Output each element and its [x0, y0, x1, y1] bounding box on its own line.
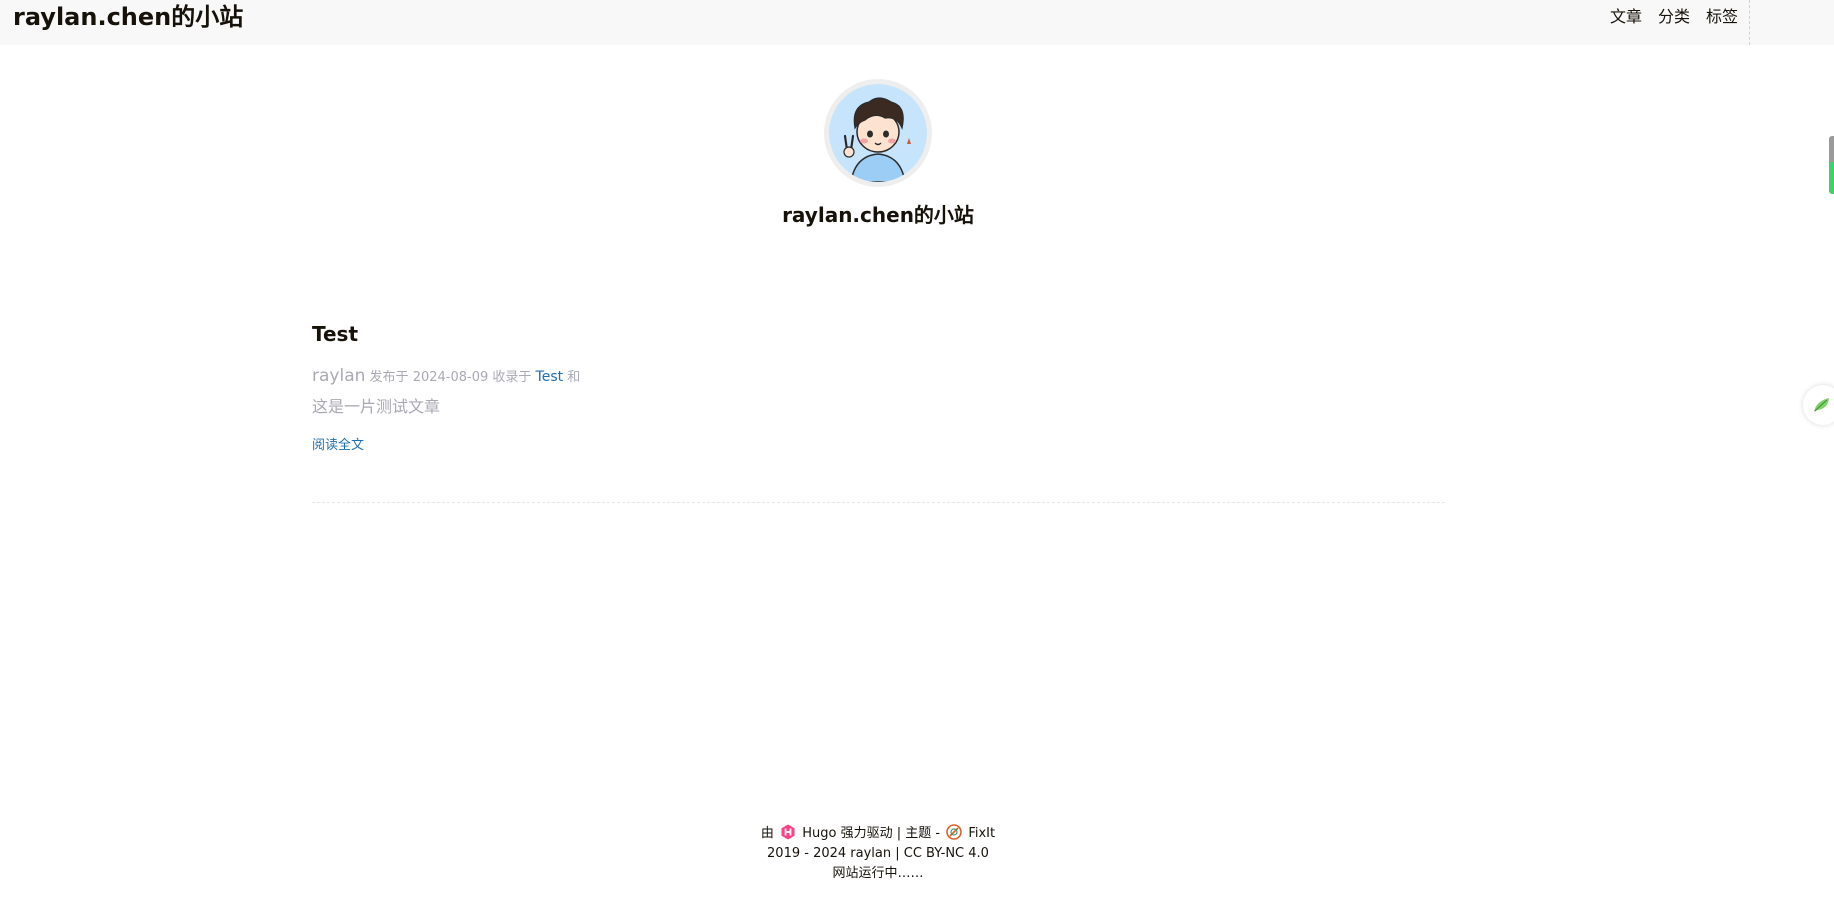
menu-item-tags[interactable]: 标签 [1706, 6, 1738, 28]
menu-item-posts[interactable]: 文章 [1610, 6, 1642, 28]
post-summary: 这是一片测试文章 [312, 397, 441, 416]
hugo-link[interactable]: Hugo [802, 826, 836, 841]
fixit-link[interactable]: FixIt [968, 826, 995, 841]
menu-item-categories[interactable]: 分类 [1658, 6, 1690, 28]
hugo-icon [781, 824, 795, 840]
scroll-progress-indicator[interactable] [1829, 136, 1834, 194]
read-more-link[interactable]: 阅读全文 [312, 436, 364, 456]
post-meta: raylan 发布于 2024-08-09 收录于 Test 和 [312, 365, 580, 389]
site-title-link[interactable]: raylan.chen的小站 [13, 2, 243, 32]
leaf-icon [1814, 398, 1829, 412]
powered-suffix: 强力驱动 | 主题 - [840, 826, 941, 841]
category-suffix: 和 [567, 370, 581, 385]
category-prefix: 收录于 [492, 370, 532, 385]
menu-divider [1749, 0, 1750, 45]
site-header: raylan.chen的小站 文章 分类 标签 [0, 0, 1834, 45]
side-widget-button[interactable] [1803, 385, 1834, 425]
post-author-link[interactable]: raylan [312, 366, 365, 386]
post-date: 2024-08-09 [412, 370, 489, 385]
site-footer: 由 Hugo 强力驱动 | 主题 - FixIt 2019 - 2024 ray… [0, 824, 1756, 884]
powered-prefix: 由 [760, 826, 774, 841]
footer-copyright: 2019 - 2024 raylan | CC BY-NC 4.0 [767, 846, 989, 861]
main-menu: 文章 分类 标签 [1610, 6, 1738, 28]
post-category-link[interactable]: Test [536, 369, 564, 385]
profile-title: raylan.chen的小站 [782, 203, 974, 227]
post-title-link[interactable]: Test [312, 320, 358, 348]
post-divider [312, 502, 1445, 503]
cartoon-avatar-icon [829, 84, 927, 182]
avatar[interactable] [824, 79, 932, 187]
fixit-icon [946, 824, 962, 840]
footer-running-status: 网站运行中…… [832, 866, 924, 881]
footer-powered-line: 由 Hugo 强力驱动 | 主题 - FixIt [0, 824, 1756, 844]
published-prefix: 发布于 [369, 370, 409, 385]
